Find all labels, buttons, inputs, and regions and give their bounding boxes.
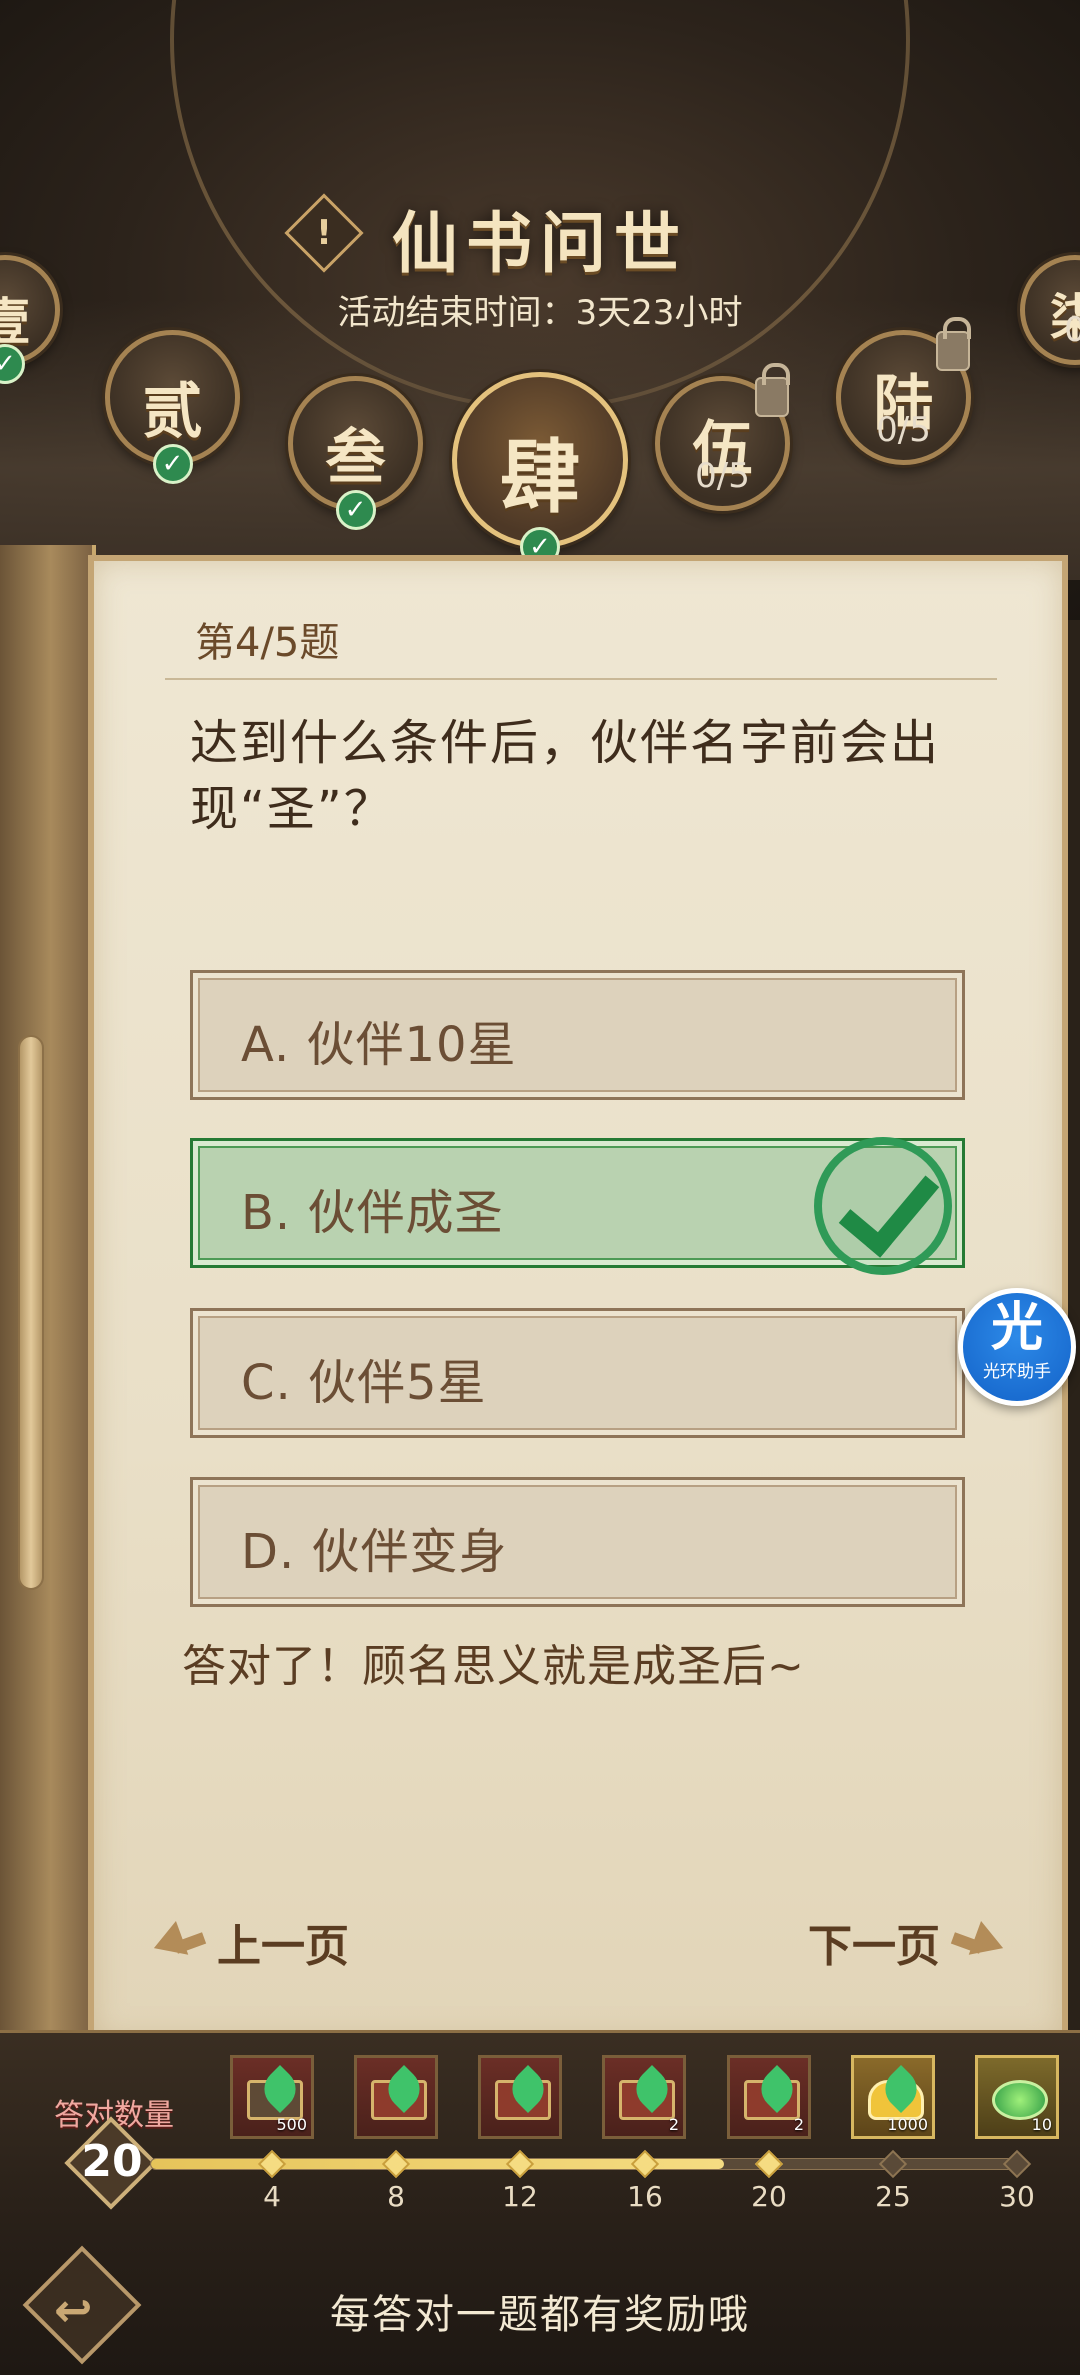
arrow-left-icon [145, 1917, 205, 1967]
event-end-time: 活动结束时间：3天23小时 [337, 293, 743, 333]
arrow-right-icon [952, 1917, 1012, 1967]
milestone-label: 16 [627, 2180, 663, 2213]
chapter-2[interactable]: 贰 ✓ [105, 330, 240, 484]
milestone-label: 20 [751, 2180, 787, 2213]
scroll-rod-decoration [18, 1035, 44, 1590]
chapter-progress: 0 [1064, 310, 1080, 350]
helper-label: 光环助手 [983, 1362, 1051, 1382]
reward-quantity: 2 [668, 2115, 679, 2134]
option-b[interactable]: B. 伙伴成圣 [190, 1137, 965, 1275]
milestone-label: 4 [263, 2180, 281, 2213]
chapter-progress: 0/5 [876, 410, 931, 450]
title-row: 仙书问世 [0, 190, 1080, 286]
milestone-label: 30 [999, 2180, 1035, 2213]
option-d[interactable]: D. 伙伴变身 [190, 1477, 965, 1607]
option-b-label: B. 伙伴成圣 [241, 1185, 504, 1241]
chapter-5[interactable]: 伍 0/5 [655, 363, 790, 511]
chapter-progress: 0/5 [695, 456, 750, 496]
option-c[interactable]: C. 伙伴5星 [190, 1308, 965, 1438]
helper-float-button[interactable]: 光 光环助手 [958, 1288, 1076, 1406]
milestone-label: 8 [387, 2180, 405, 2213]
chapter-check-icon: ✓ [335, 490, 376, 530]
option-c-label: C. 伙伴5星 [241, 1355, 487, 1411]
reward-chest-icon[interactable] [478, 2055, 562, 2139]
next-page-label: 下一页 [808, 1921, 940, 1972]
page-title: 仙书问世 [392, 204, 688, 282]
reward-chest-icon[interactable] [354, 2055, 438, 2139]
prev-page-label: 上一页 [217, 1921, 349, 1972]
helper-icon: 光 [990, 1298, 1043, 1358]
chapter-check-icon: ✓ [152, 444, 193, 484]
reward-chest-icon[interactable]: 1000 [851, 2055, 935, 2139]
correct-check-icon [814, 1137, 952, 1275]
reward-chest-icon[interactable]: 10 [975, 2055, 1059, 2139]
correct-count-value: 20 [81, 2136, 143, 2187]
chapter-label: 壹 [0, 292, 30, 351]
option-d-label: D. 伙伴变身 [241, 1524, 508, 1580]
prev-page-button[interactable]: 上一页 [145, 1910, 349, 1974]
reward-quantity: 2 [793, 2115, 804, 2134]
chapter-3[interactable]: 叁 ✓ [288, 376, 423, 530]
milestone-label: 12 [502, 2180, 538, 2213]
left-scroll-edge [0, 545, 96, 2045]
answer-feedback: 答对了！顾名思义就是成圣后~ [182, 1641, 805, 1692]
reward-chest-icon[interactable]: 500 [230, 2055, 314, 2139]
bottom-tip: 每答对一题都有奖励哦 [330, 2292, 750, 2338]
divider [165, 678, 997, 680]
reward-quantity: 10 [1031, 2115, 1052, 2134]
option-a[interactable]: A. 伙伴10星 [190, 970, 965, 1100]
chapter-4[interactable]: 肆 ✓ [452, 372, 628, 567]
chapter-6[interactable]: 陆 0/5 [836, 317, 971, 465]
question-text: 达到什么条件后，伙伴名字前会出现“圣”？ [190, 715, 941, 837]
reward-chest-icon[interactable]: 2 [727, 2055, 811, 2139]
option-a-label: A. 伙伴10星 [241, 1017, 517, 1073]
reward-quantity: 500 [276, 2115, 307, 2134]
reward-quantity: 1000 [887, 2115, 928, 2134]
chapter-label: 贰 [142, 377, 203, 447]
lock-icon [755, 363, 790, 417]
chapter-label: 叁 [325, 423, 386, 493]
question-number: 第4/5题 [195, 620, 340, 666]
next-page-button[interactable]: 下一页 [808, 1910, 1012, 1974]
lock-icon [936, 317, 971, 371]
reward-shape [992, 2080, 1048, 2120]
reward-chest-icon[interactable]: 2 [602, 2055, 686, 2139]
chapter-label: 肆 [500, 430, 580, 524]
milestone-label: 25 [875, 2180, 911, 2213]
